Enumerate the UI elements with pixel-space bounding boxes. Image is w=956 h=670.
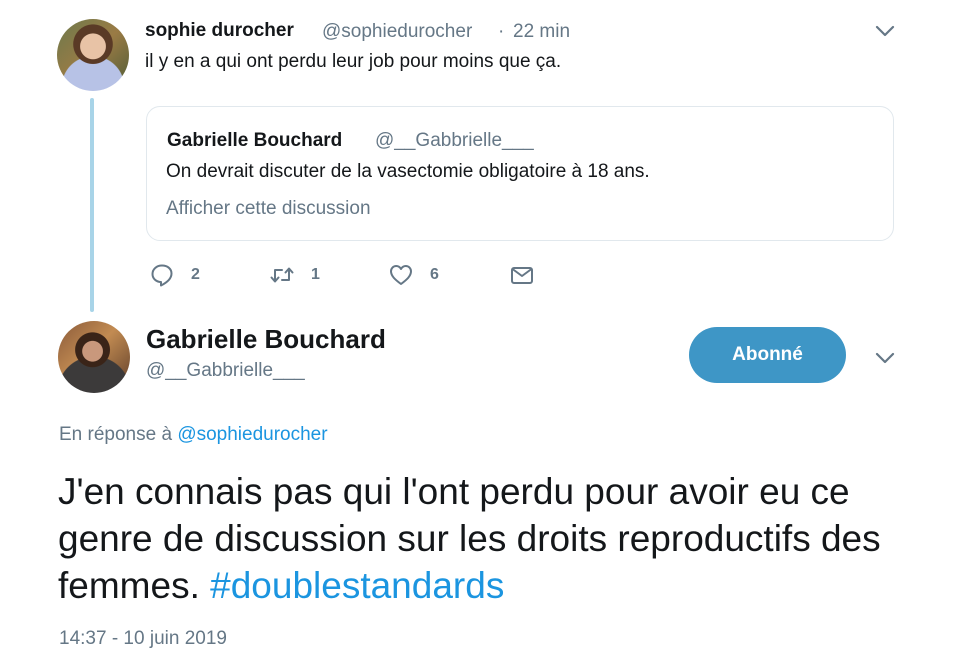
following-button[interactable]: Abonné: [689, 327, 846, 383]
reply-to-prefix: En réponse à: [59, 424, 173, 445]
chevron-down-icon[interactable]: [874, 22, 896, 40]
reply-to-mention-link[interactable]: @sophiedurocher: [177, 424, 327, 445]
retweet-button[interactable]: 1: [269, 262, 320, 288]
main-tweet-text: J'en connais pas qui l'ont perdu pour av…: [58, 468, 938, 609]
chevron-down-icon[interactable]: [874, 349, 896, 367]
parent-tweet-text: il y en a qui ont perdu leur job pour mo…: [145, 51, 562, 72]
reply-button[interactable]: 2: [149, 262, 200, 288]
envelope-icon: [511, 267, 533, 284]
main-author-name[interactable]: Gabrielle Bouchard: [146, 324, 386, 355]
reply-context: En réponse à @sophiedurocher: [59, 424, 328, 446]
quoted-author-handle: @__Gabbrielle___: [375, 130, 534, 151]
main-author-handle[interactable]: @__Gabbrielle___: [146, 360, 305, 382]
heart-icon: [390, 265, 412, 285]
tweet-timestamp[interactable]: 14:37 - 10 juin 2019: [59, 628, 227, 650]
direct-message-button[interactable]: [509, 262, 535, 288]
parent-tweet-time[interactable]: 22 min: [513, 21, 570, 43]
separator-dot: ·: [498, 21, 505, 42]
retweet-count: 1: [311, 266, 320, 283]
show-thread-link[interactable]: Afficher cette discussion: [166, 198, 371, 220]
retweet-icon: [270, 267, 294, 283]
reply-icon: [151, 264, 173, 287]
hashtag-link[interactable]: #doublestandards: [210, 565, 504, 606]
parent-author-handle[interactable]: @sophiedurocher: [322, 21, 472, 43]
avatar[interactable]: [57, 19, 129, 91]
quoted-author-name: Gabrielle Bouchard: [167, 130, 343, 151]
thread-connector: [90, 98, 94, 312]
parent-author-name[interactable]: sophie durocher: [145, 20, 294, 42]
like-button[interactable]: 6: [388, 262, 439, 288]
reply-count: 2: [191, 266, 200, 283]
like-count: 6: [430, 266, 439, 283]
avatar[interactable]: [58, 321, 130, 393]
quoted-tweet-text: On devrait discuter de la vasectomie obl…: [166, 161, 650, 182]
